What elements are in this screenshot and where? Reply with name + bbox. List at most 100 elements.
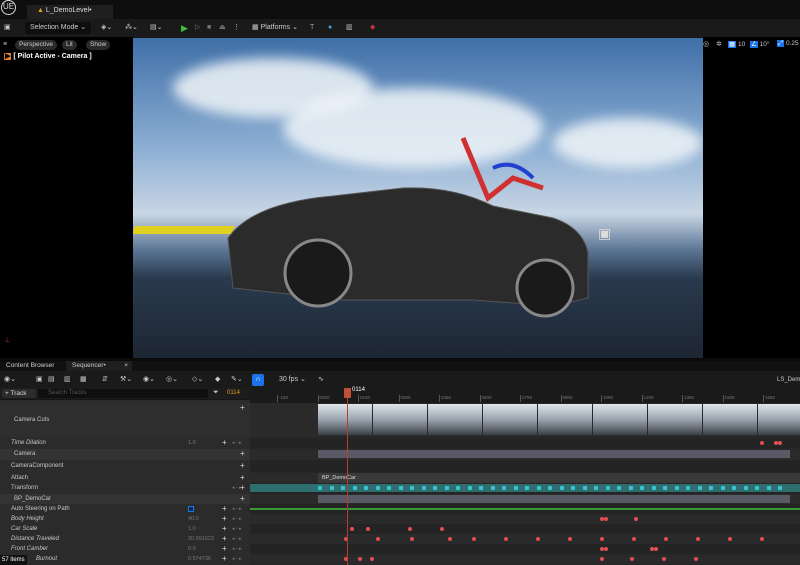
add-key-icon[interactable]: + bbox=[222, 504, 227, 514]
keyframe[interactable] bbox=[410, 537, 414, 541]
track-row[interactable]: Camera Cuts + bbox=[0, 403, 250, 437]
key-navigation[interactable]: ◂ ◦ ▸ bbox=[232, 514, 242, 524]
keyframe[interactable] bbox=[490, 486, 495, 490]
perspective-button[interactable]: Perspective bbox=[15, 40, 57, 50]
surface-snap-icon[interactable]: ◎ bbox=[703, 40, 709, 48]
add-track-button[interactable]: + Track bbox=[2, 389, 36, 398]
keyframe[interactable] bbox=[504, 537, 508, 541]
lit-button[interactable]: Lit bbox=[62, 40, 77, 50]
keyframe[interactable] bbox=[376, 537, 380, 541]
track-value[interactable]: 1.0 bbox=[188, 524, 196, 534]
grid-snap[interactable]: ▦ 10 bbox=[728, 40, 745, 48]
track-row[interactable]: CameraComponent + bbox=[0, 461, 250, 472]
keyframe[interactable] bbox=[568, 537, 572, 541]
keyframe[interactable] bbox=[318, 486, 322, 490]
keyframe[interactable] bbox=[329, 486, 334, 490]
keyframe[interactable] bbox=[398, 486, 403, 490]
key-options-icon[interactable]: ◇⌄ bbox=[192, 374, 203, 386]
play-icon[interactable]: ▶ bbox=[181, 22, 188, 34]
keyframe[interactable] bbox=[694, 557, 698, 561]
track-row[interactable]: Transform + ◂ ◦ ▸ bbox=[0, 483, 250, 493]
keyframe[interactable] bbox=[594, 486, 598, 490]
camera-add-icon[interactable]: ▦ bbox=[80, 374, 87, 386]
eject-icon[interactable]: ⏏ bbox=[219, 22, 226, 34]
keyframe[interactable] bbox=[370, 557, 374, 561]
more-icon[interactable]: ⋮ bbox=[233, 22, 240, 34]
keyframe[interactable] bbox=[582, 486, 587, 490]
keyframe[interactable] bbox=[755, 486, 759, 490]
key-navigation[interactable]: ◂ ◦ ▸ bbox=[232, 483, 242, 493]
keyframe[interactable] bbox=[548, 486, 552, 490]
key-navigation[interactable]: ◂ ◦ ▸ bbox=[232, 438, 242, 448]
track-lane[interactable] bbox=[250, 534, 800, 544]
keyframe[interactable] bbox=[472, 537, 476, 541]
track-lane[interactable] bbox=[250, 438, 800, 448]
keyframe[interactable] bbox=[387, 486, 391, 490]
add-key-icon[interactable]: + bbox=[222, 554, 227, 564]
track-row[interactable]: Time Dilation 1.0 + ◂ ◦ ▸ bbox=[0, 438, 250, 448]
add-key-icon[interactable]: + bbox=[240, 494, 245, 504]
local-space-icon[interactable]: ✲ bbox=[716, 40, 722, 48]
track-row[interactable]: Camera + bbox=[0, 449, 250, 460]
track-row[interactable]: Body Height 40.0 + ◂ ◦ ▸ bbox=[0, 514, 250, 524]
track-lane[interactable] bbox=[250, 449, 800, 460]
keyframe[interactable] bbox=[640, 486, 644, 490]
cinematics-icon[interactable]: ▤⌄ bbox=[150, 22, 162, 34]
add-key-icon[interactable]: + bbox=[240, 449, 245, 459]
save-icon[interactable]: ▣ bbox=[4, 22, 11, 34]
keyframe[interactable] bbox=[632, 537, 636, 541]
keyframe[interactable] bbox=[421, 486, 426, 490]
camera-actor-icon[interactable]: ▣ bbox=[598, 225, 611, 241]
track-value[interactable]: 0.574736 bbox=[188, 554, 211, 564]
track-value[interactable]: 0.0 bbox=[188, 544, 196, 554]
world-icon[interactable]: ◉⌄ bbox=[4, 374, 16, 386]
step-icon[interactable]: ▷ bbox=[195, 22, 200, 34]
add-key-icon[interactable]: + bbox=[222, 514, 227, 524]
keyframe[interactable] bbox=[433, 486, 437, 490]
show-button[interactable]: Show bbox=[86, 40, 111, 50]
keyframe[interactable] bbox=[456, 486, 460, 490]
track-value[interactable]: 1.0 bbox=[188, 438, 196, 448]
world-icon[interactable]: ● bbox=[328, 22, 332, 34]
keyframe[interactable] bbox=[634, 517, 638, 521]
filters-icon[interactable]: ◎⌄ bbox=[166, 374, 178, 386]
keyframe[interactable] bbox=[674, 486, 679, 490]
keyframe[interactable] bbox=[600, 557, 604, 561]
track-value[interactable]: 40.0 bbox=[188, 514, 199, 524]
keyframe[interactable] bbox=[352, 486, 357, 490]
track-row[interactable]: BP_DemoCar + bbox=[0, 494, 250, 504]
keyframe[interactable] bbox=[366, 527, 370, 531]
keyframe[interactable] bbox=[662, 557, 666, 561]
edit-icon[interactable]: ✎⌄ bbox=[231, 374, 243, 386]
track-row[interactable]: Auto Steering on Path + ◂ ◦ ▸ bbox=[0, 504, 250, 514]
layers-icon[interactable]: ◆ bbox=[370, 22, 375, 34]
keyframe[interactable] bbox=[604, 547, 608, 551]
keyframe[interactable] bbox=[358, 557, 362, 561]
keyframe[interactable] bbox=[444, 486, 449, 490]
keyframe[interactable] bbox=[743, 486, 748, 490]
keyframe[interactable] bbox=[617, 486, 621, 490]
track-lane[interactable] bbox=[250, 403, 800, 437]
track-area[interactable]: BP_DemoCar bbox=[250, 403, 800, 565]
auto-steering-checkbox[interactable] bbox=[188, 506, 194, 512]
keyframe[interactable] bbox=[375, 486, 380, 490]
keyframe[interactable] bbox=[728, 537, 732, 541]
keyframe[interactable] bbox=[559, 486, 564, 490]
rotation-snap[interactable]: ∠ 10° bbox=[750, 40, 769, 48]
curve-editor-icon[interactable]: ∿ bbox=[318, 374, 324, 386]
keyframe[interactable] bbox=[410, 486, 414, 490]
keyframe[interactable] bbox=[760, 537, 764, 541]
track-row[interactable]: Car Scale 1.0 + ◂ ◦ ▸ bbox=[0, 524, 250, 534]
keyframe[interactable] bbox=[696, 537, 700, 541]
add-key-icon[interactable]: + bbox=[222, 438, 227, 448]
track-lane[interactable] bbox=[250, 483, 800, 493]
selection-mode-dropdown[interactable]: Selection Mode ⌄ bbox=[25, 22, 92, 34]
transform-gizmo[interactable] bbox=[460, 137, 544, 203]
key-navigation[interactable]: ◂ ◦ ▸ bbox=[232, 504, 242, 514]
keyframe[interactable] bbox=[536, 537, 540, 541]
add-actor-icon[interactable]: ◈⌄ bbox=[101, 22, 112, 34]
tools-icon[interactable]: ⚒⌄ bbox=[120, 374, 132, 386]
keyframe[interactable] bbox=[709, 486, 713, 490]
fps-dropdown[interactable]: 30 fps ⌄ bbox=[279, 374, 306, 386]
auto-key-icon[interactable]: ◆ bbox=[215, 374, 220, 386]
